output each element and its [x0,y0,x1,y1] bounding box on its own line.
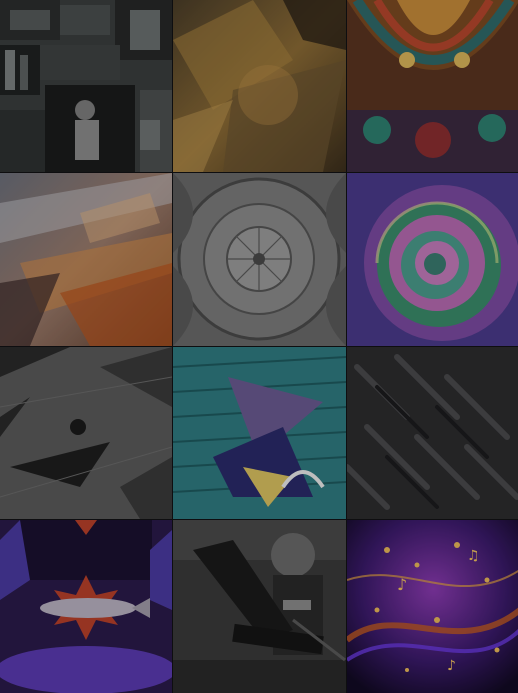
gallery-tile-4[interactable] [0,173,172,346]
fish-star-art [0,520,172,693]
gallery-tile-6[interactable] [347,173,518,346]
gallery-tile-5[interactable] [173,173,346,346]
brick-graffiti-art [173,347,346,519]
ornate-ceiling-art [347,0,518,172]
dome-ceiling-art [173,173,346,346]
psychedelic-spiral-art [347,173,518,346]
music-notes-lights-art: ♪ ♫ ♪ [347,520,518,693]
gallery-tile-7[interactable] [0,347,172,519]
gallery-tile-1[interactable] [0,0,172,172]
svg-text:♪: ♪ [447,658,456,674]
svg-text:♫: ♫ [467,548,480,564]
image-gallery-grid: ♪ ♫ ♪ [0,0,518,693]
guitarist-art [173,520,346,693]
golden-abstract-art [173,0,346,172]
gallery-tile-12[interactable]: ♪ ♫ ♪ [347,520,518,693]
collage-figure-art [0,0,172,172]
gallery-tile-2[interactable] [173,0,346,172]
dark-streaks-art [347,347,518,519]
gallery-tile-9[interactable] [347,347,518,519]
geometric-floor-art [0,347,172,519]
svg-text:♪: ♪ [397,575,407,594]
motion-blur-art [0,173,172,346]
gallery-tile-8[interactable] [173,347,346,519]
gallery-tile-11[interactable] [173,520,346,693]
gallery-tile-10[interactable] [0,520,172,693]
gallery-tile-3[interactable] [347,0,518,172]
